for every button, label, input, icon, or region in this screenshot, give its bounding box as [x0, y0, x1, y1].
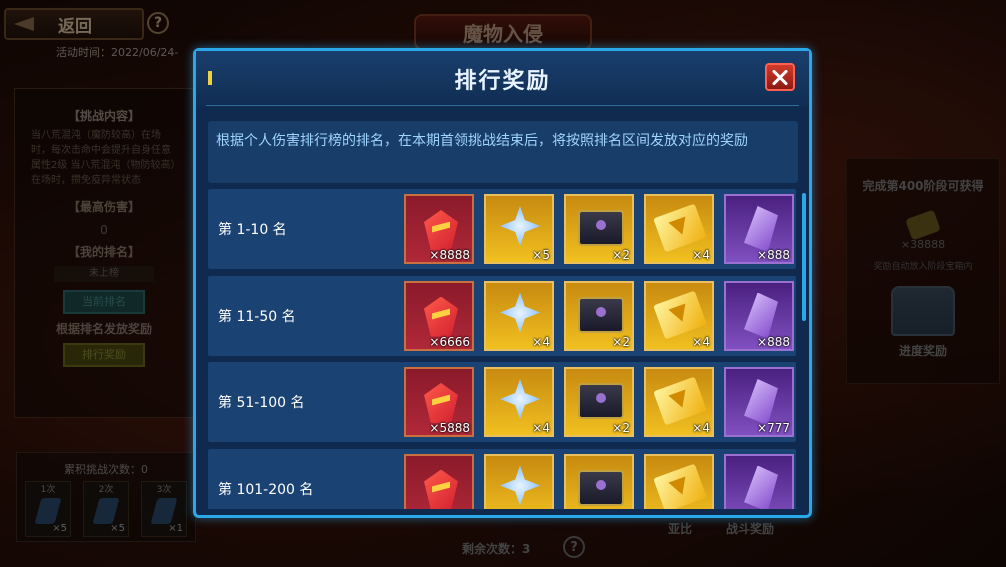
reward-row: 第 11-50 名 ×6666 ×4 ×2 ×4 ×888: [208, 275, 796, 356]
reward-list[interactable]: 第 1-10 名 ×8888 ×5 ×2 ×4 ×888 第 11-50 名 ×…: [208, 189, 796, 509]
rank-range: 第 51-100 名: [218, 395, 305, 411]
reward-row: 第 51-100 名 ×5888 ×4 ×2 ×4 ×777: [208, 362, 796, 442]
item-qty: ×4: [532, 334, 550, 349]
gold-ticket-icon[interactable]: ×4: [644, 194, 714, 264]
item-qty: ×888: [757, 334, 790, 349]
blue-crystal-icon[interactable]: ×5: [484, 194, 554, 264]
purple-crystal-icon[interactable]: [724, 453, 794, 509]
item-qty: ×4: [532, 421, 550, 435]
modal-description: 根据个人伤害排行榜的排名，在本期首领挑战结束后，将按照排名区间发放对应的奖励: [208, 121, 798, 183]
blue-crystal-icon[interactable]: [484, 453, 554, 509]
purple-crystal-icon[interactable]: ×888: [724, 194, 794, 264]
rank-range: 第 101-200 名: [218, 481, 314, 498]
treasure-chest-icon[interactable]: ×2: [564, 280, 634, 351]
item-qty: ×6666: [429, 334, 470, 349]
item-qty: ×5888: [429, 421, 470, 435]
close-button[interactable]: [765, 63, 795, 91]
rank-reward-modal: 排行奖励 根据个人伤害排行榜的排名，在本期首领挑战结束后，将按照排名区间发放对应…: [193, 48, 812, 518]
gold-ticket-icon[interactable]: [644, 453, 714, 509]
item-qty: ×4: [692, 421, 710, 435]
rank-range: 第 11-50 名: [218, 308, 296, 325]
purple-crystal-icon[interactable]: ×888: [724, 280, 794, 351]
item-qty: ×2: [612, 421, 630, 435]
treasure-chest-icon[interactable]: ×2: [564, 367, 634, 437]
item-qty: ×4: [692, 334, 710, 349]
scrollbar[interactable]: [802, 193, 806, 321]
red-gem-icon[interactable]: [404, 453, 474, 509]
rank-range: 第 1-10 名: [218, 222, 287, 238]
red-gem-icon[interactable]: ×6666: [404, 280, 474, 351]
item-qty: ×2: [612, 334, 630, 349]
item-qty: ×888: [757, 248, 790, 262]
reward-row: 第 101-200 名: [208, 448, 796, 509]
gold-ticket-icon[interactable]: ×4: [644, 367, 714, 437]
purple-crystal-icon[interactable]: ×777: [724, 367, 794, 437]
item-qty: ×8888: [429, 248, 470, 262]
header-divider: [206, 105, 799, 106]
treasure-chest-icon[interactable]: [564, 453, 634, 509]
blue-crystal-icon[interactable]: ×4: [484, 280, 554, 351]
reward-row: 第 1-10 名 ×8888 ×5 ×2 ×4 ×888: [208, 189, 796, 269]
item-qty: ×4: [692, 248, 710, 262]
treasure-chest-icon[interactable]: ×2: [564, 194, 634, 264]
red-gem-icon[interactable]: ×5888: [404, 367, 474, 437]
item-qty: ×2: [612, 248, 630, 262]
red-gem-icon[interactable]: ×8888: [404, 194, 474, 264]
item-qty: ×5: [532, 248, 550, 262]
item-qty: ×777: [757, 421, 790, 435]
blue-crystal-icon[interactable]: ×4: [484, 367, 554, 437]
gold-ticket-icon[interactable]: ×4: [644, 280, 714, 351]
modal-title: 排行奖励: [454, 69, 551, 94]
